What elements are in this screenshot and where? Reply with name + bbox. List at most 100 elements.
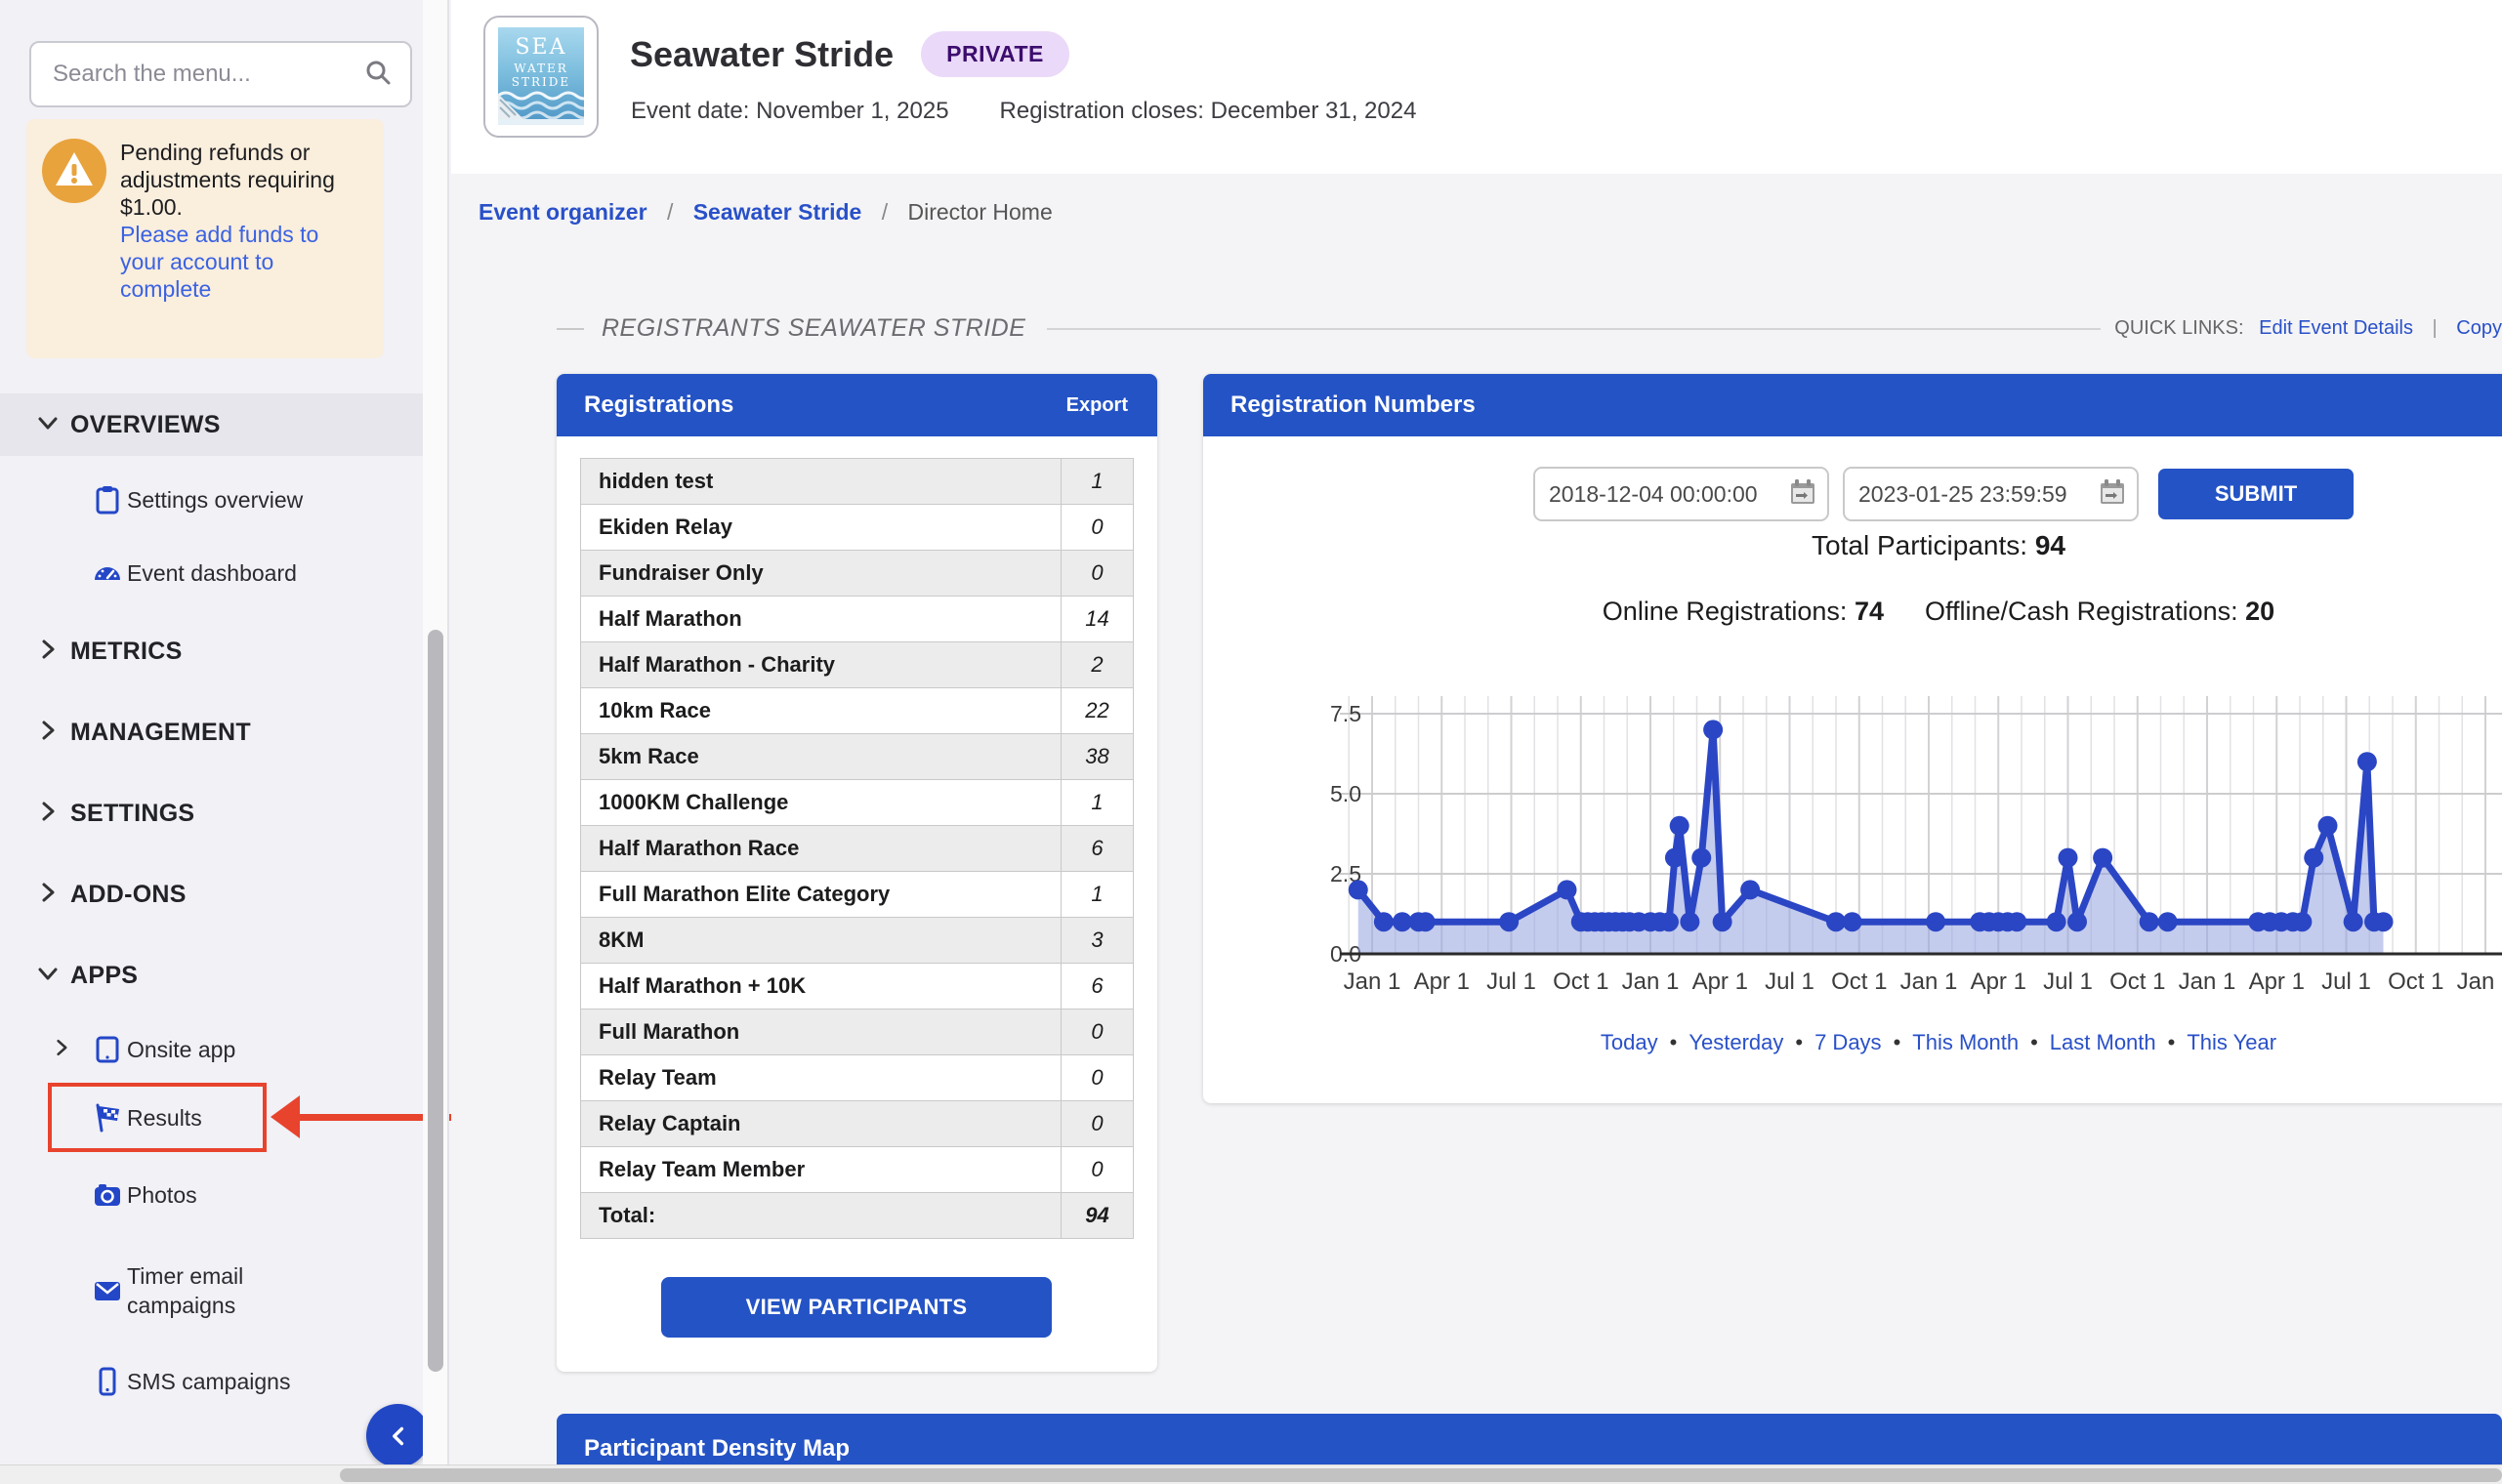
horizontal-scrollbar-thumb[interactable] — [340, 1468, 2502, 1482]
add-funds-link[interactable]: Please add funds to your account to comp… — [120, 222, 318, 302]
sidebar-item-addons[interactable]: ADD-ONS — [0, 863, 423, 926]
svg-text:Jul 1: Jul 1 — [1765, 969, 1814, 995]
submit-button[interactable]: SUBMIT — [2158, 469, 2354, 519]
main-content: SEA WATER STRIDE Seawater Stride PRIVATE… — [451, 0, 2502, 1484]
range-link-yesterday[interactable]: Yesterday — [1689, 1030, 1783, 1054]
range-link-7-days[interactable]: 7 Days — [1814, 1030, 1881, 1054]
sidebar-item-metrics[interactable]: METRICS — [0, 620, 423, 682]
range-link-today[interactable]: Today — [1601, 1030, 1658, 1054]
mobile-phone-icon — [93, 1367, 122, 1396]
range-link-this-year[interactable]: This Year — [2187, 1030, 2276, 1054]
results-highlight-box — [48, 1083, 267, 1152]
copy-event-link[interactable]: Copy — [2456, 317, 2502, 339]
svg-text:Jan 1: Jan 1 — [2179, 969, 2236, 995]
range-link-this-month[interactable]: This Month — [1912, 1030, 2019, 1054]
divider: • — [2030, 1030, 2038, 1054]
event-logo-poster: SEA WATER STRIDE — [498, 27, 584, 125]
divider: • — [1795, 1030, 1803, 1054]
svg-text:Apr 1: Apr 1 — [1414, 969, 1470, 995]
category-cell: 5km Race — [581, 734, 1062, 780]
table-row: Relay Captain0 — [581, 1101, 1134, 1147]
sidebar-item-overviews[interactable]: OVERVIEWS — [0, 393, 423, 456]
quick-links: QUICK LINKS: Edit Event Details | Copy — [2114, 317, 2502, 340]
divider: | — [2433, 317, 2438, 339]
sidebar-item-management[interactable]: MANAGEMENT — [0, 701, 423, 763]
dashboard-icon — [93, 558, 122, 588]
sidebar-item-label: APPS — [70, 962, 138, 990]
menu-search[interactable] — [29, 41, 412, 107]
count-cell: 6 — [1062, 964, 1134, 1010]
date-to-input[interactable] — [1858, 481, 2098, 508]
camera-icon — [93, 1180, 122, 1210]
sidebar-item-settings-overview[interactable]: Settings overview — [0, 475, 423, 524]
sidebar-item-label: Timer email campaigns — [127, 1261, 332, 1320]
date-from-field[interactable] — [1533, 467, 1829, 521]
sidebar-item-timer-email-campaigns[interactable]: Timer email campaigns — [0, 1252, 423, 1330]
panel-title: Registrations — [584, 392, 733, 419]
sidebar-item-photos[interactable]: Photos — [0, 1171, 423, 1219]
sidebar-collapse-button[interactable] — [366, 1404, 430, 1467]
range-link-last-month[interactable]: Last Month — [2050, 1030, 2156, 1054]
count-cell: 0 — [1062, 505, 1134, 551]
edit-event-details-link[interactable]: Edit Event Details — [2259, 317, 2413, 339]
svg-text:Jul 1: Jul 1 — [2043, 969, 2093, 995]
count-cell: 38 — [1062, 734, 1134, 780]
count-cell: 0 — [1062, 1010, 1134, 1055]
section-title: REGISTRANTS SEAWATER STRIDE — [602, 314, 1025, 343]
sidebar-item-onsite-app[interactable]: Onsite app — [0, 1025, 423, 1074]
sidebar-item-event-dashboard[interactable]: Event dashboard — [0, 549, 423, 598]
breadcrumb-separator: / — [667, 199, 673, 225]
sidebar-item-settings[interactable]: SETTINGS — [0, 782, 423, 845]
sidebar-item-label: Settings overview — [127, 487, 303, 514]
svg-text:Oct 1: Oct 1 — [1553, 969, 1608, 995]
sidebar-scrollbar[interactable] — [423, 0, 449, 1484]
horizontal-scrollbar[interactable] — [0, 1464, 2502, 1484]
divider: • — [2168, 1030, 2176, 1054]
sidebar-item-label: Event dashboard — [127, 560, 297, 587]
event-header: SEA WATER STRIDE Seawater Stride PRIVATE… — [451, 0, 2502, 174]
quick-links-label: QUICK LINKS: — [2114, 317, 2243, 339]
sidebar-item-apps[interactable]: APPS — [0, 944, 423, 1007]
divider — [1047, 328, 2101, 330]
chevron-right-icon — [35, 799, 61, 829]
table-row: Full Marathon Elite Category1 — [581, 872, 1134, 918]
logo-waves — [498, 86, 584, 119]
svg-text:Jan 1: Jan 1 — [1622, 969, 1680, 995]
svg-text:Oct 1: Oct 1 — [2109, 969, 2165, 995]
search-input[interactable] — [53, 61, 363, 88]
count-cell: 6 — [1062, 826, 1134, 872]
date-to-field[interactable] — [1843, 467, 2139, 521]
category-cell: Relay Team — [581, 1055, 1062, 1101]
chevron-right-icon — [35, 880, 61, 910]
count-cell: 2 — [1062, 642, 1134, 688]
calendar-icon[interactable] — [1788, 477, 1817, 512]
table-row: Fundraiser Only0 — [581, 551, 1134, 597]
view-participants-button[interactable]: VIEW PARTICIPANTS — [661, 1277, 1052, 1338]
sidebar-item-sms-campaigns[interactable]: SMS campaigns — [0, 1357, 423, 1406]
offline-registrations-value: 20 — [2245, 597, 2274, 626]
sidebar-scrollbar-thumb[interactable] — [428, 630, 443, 1372]
table-row: Half Marathon Race6 — [581, 826, 1134, 872]
total-label-cell: Total: — [581, 1193, 1062, 1239]
registration-numbers-header: Registration Numbers — [1203, 374, 2502, 436]
chevron-down-icon — [35, 961, 61, 991]
divider: • — [1894, 1030, 1901, 1054]
table-row: 1000KM Challenge1 — [581, 780, 1134, 826]
table-row: Half Marathon - Charity2 — [581, 642, 1134, 688]
chevron-right-icon — [35, 637, 61, 667]
category-cell: Relay Team Member — [581, 1147, 1062, 1193]
logo-text: WATER — [498, 62, 584, 75]
calendar-icon[interactable] — [2098, 477, 2127, 512]
annotation-arrow-head — [271, 1095, 300, 1138]
count-cell: 1 — [1062, 872, 1134, 918]
date-from-input[interactable] — [1549, 481, 1788, 508]
export-link[interactable]: Export — [1066, 394, 1128, 417]
count-cell: 1 — [1062, 459, 1134, 505]
table-row: 8KM3 — [581, 918, 1134, 964]
svg-text:Jul 1: Jul 1 — [1486, 969, 1536, 995]
breadcrumb-event-organizer[interactable]: Event organizer — [479, 199, 647, 225]
total-participants-value: 94 — [2035, 530, 2065, 560]
warning-icon — [42, 139, 106, 358]
section-header: REGISTRANTS SEAWATER STRIDE QUICK LINKS:… — [557, 314, 2502, 343]
breadcrumb-seawater-stride[interactable]: Seawater Stride — [693, 199, 862, 225]
